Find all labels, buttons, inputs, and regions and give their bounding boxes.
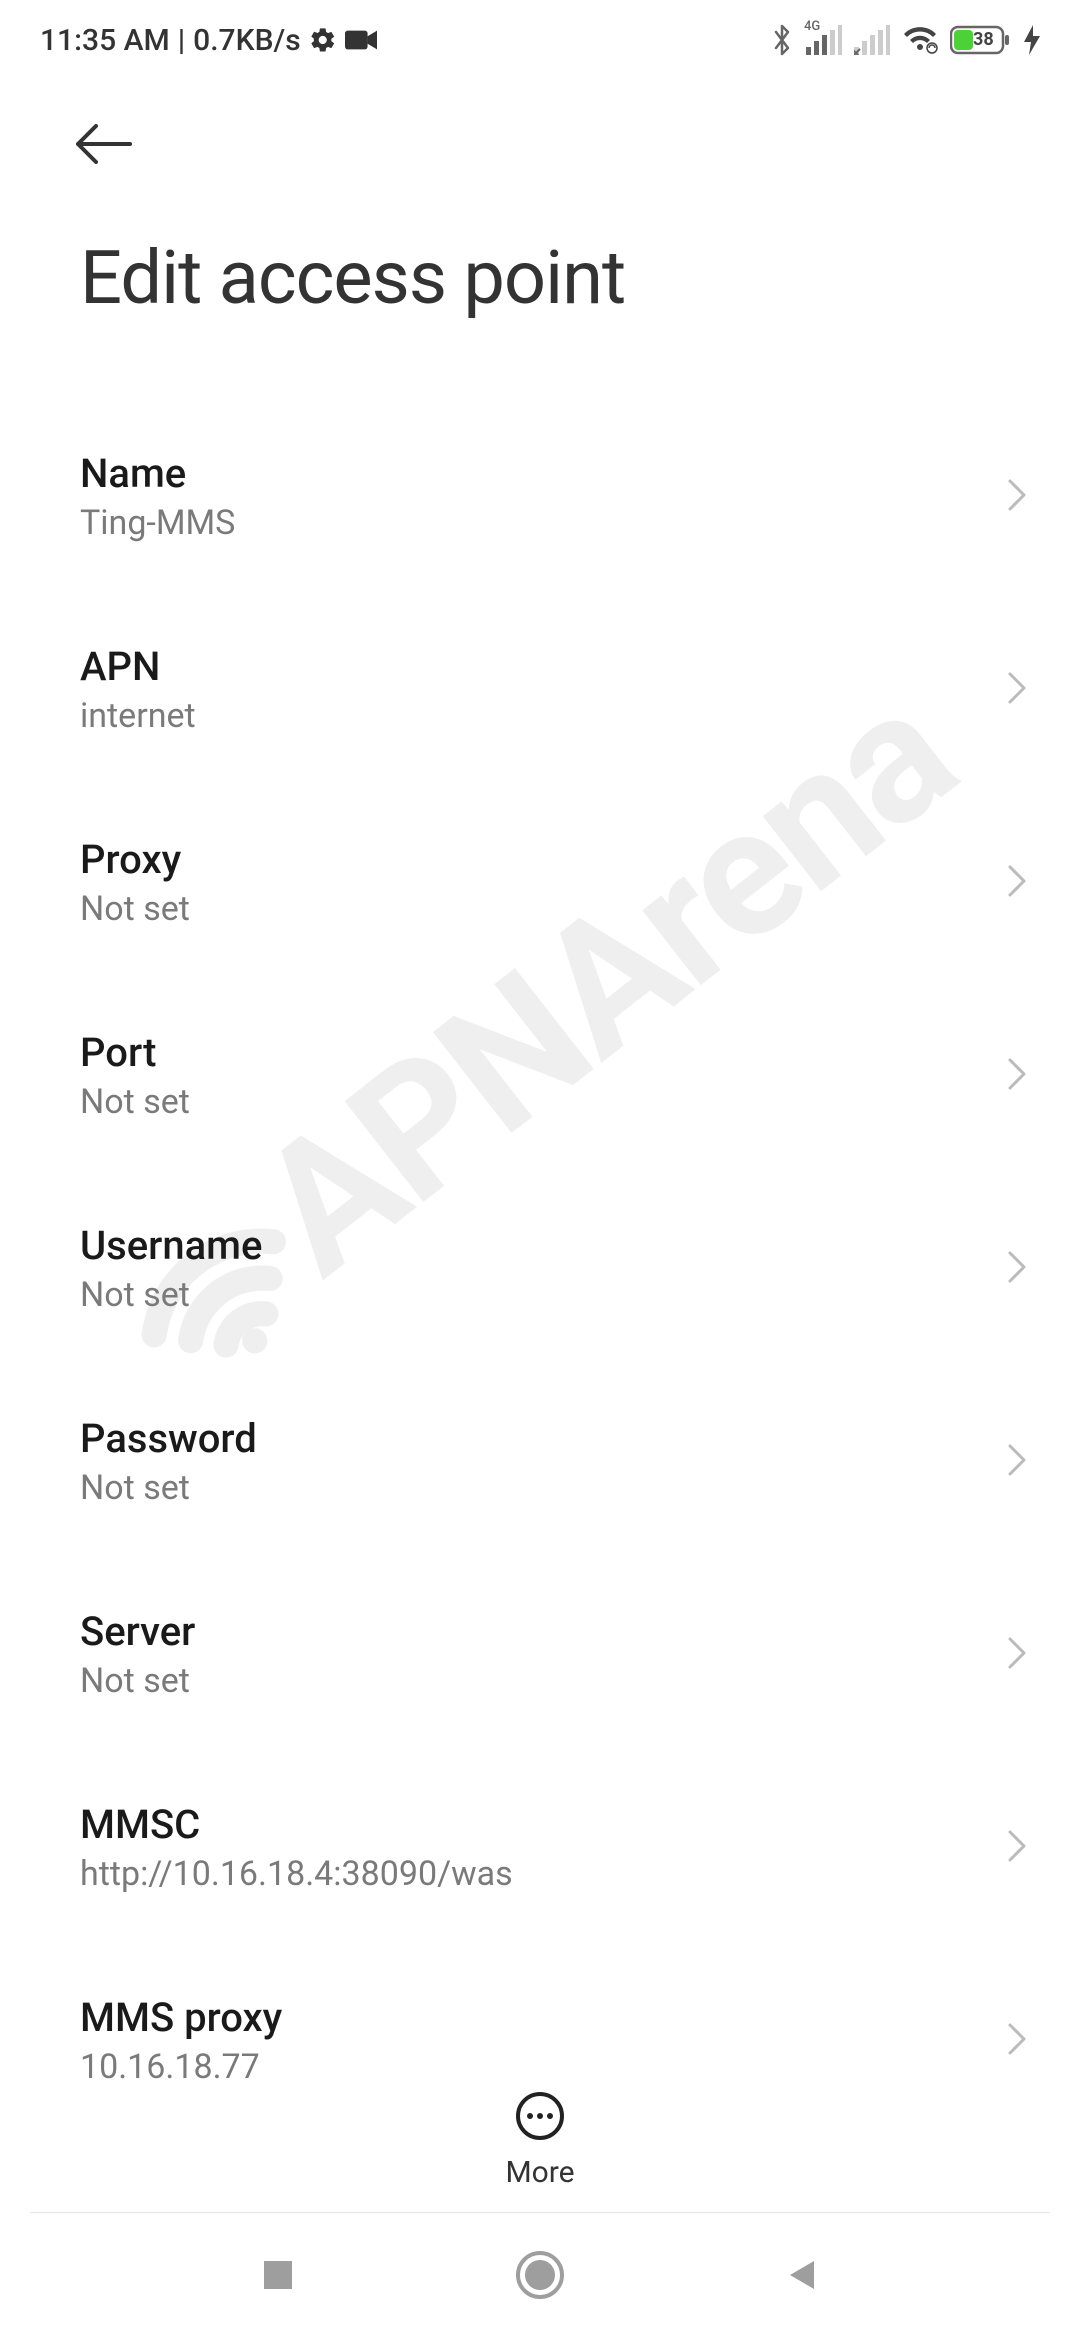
row-value: internet <box>80 696 980 736</box>
row-label: APN <box>80 643 980 690</box>
row-label: Name <box>80 450 980 497</box>
bluetooth-icon <box>770 22 794 58</box>
camera-icon <box>345 28 377 52</box>
row-port[interactable]: Port Not set <box>0 979 1080 1172</box>
row-label: Username <box>80 1222 980 1269</box>
more-label: More <box>505 2155 574 2190</box>
status-bar: 11:35 AM | 0.7KB/s 4G 38 <box>0 0 1080 80</box>
row-label: Server <box>80 1608 980 1655</box>
row-value: Not set <box>80 1275 980 1315</box>
chevron-right-icon <box>1004 1826 1030 1870</box>
arrow-left-icon <box>70 120 140 168</box>
nav-back-button[interactable] <box>782 2255 822 2299</box>
wifi-icon <box>902 26 938 54</box>
row-username[interactable]: Username Not set <box>0 1172 1080 1365</box>
cell-signal-nosim-icon <box>854 25 890 55</box>
row-password[interactable]: Password Not set <box>0 1365 1080 1558</box>
status-time: 11:35 AM <box>40 23 170 58</box>
back-button[interactable] <box>70 120 140 172</box>
row-server[interactable]: Server Not set <box>0 1558 1080 1751</box>
cell-signal-4g-icon: 4G <box>806 25 842 55</box>
navigation-bar <box>0 2213 1080 2340</box>
chevron-right-icon <box>1004 1247 1030 1291</box>
chevron-right-icon <box>1004 1440 1030 1484</box>
charging-icon <box>1024 25 1040 55</box>
settings-gear-icon <box>309 26 337 54</box>
row-value: 10.16.18.77 <box>80 2047 980 2087</box>
page-title: Edit access point <box>80 235 625 322</box>
row-mms-proxy[interactable]: MMS proxy 10.16.18.77 <box>0 1944 1080 2090</box>
battery-icon: 38 <box>950 25 1012 55</box>
row-value: http://10.16.18.4:38090/was <box>80 1854 980 1894</box>
settings-list: Name Ting-MMS APN internet Proxy Not set… <box>0 400 1080 2090</box>
row-label: Proxy <box>80 836 980 883</box>
row-value: Not set <box>80 1468 980 1508</box>
status-netspeed: 0.7KB/s <box>193 23 300 58</box>
row-label: MMS proxy <box>80 1994 980 2041</box>
row-value: Not set <box>80 1661 980 1701</box>
chevron-right-icon <box>1004 861 1030 905</box>
chevron-right-icon <box>1004 1633 1030 1677</box>
nav-home-button[interactable] <box>514 2249 566 2305</box>
chevron-right-icon <box>1004 668 1030 712</box>
nav-recent-button[interactable] <box>258 2255 298 2299</box>
more-button[interactable]: More <box>0 2091 1080 2190</box>
row-mmsc[interactable]: MMSC http://10.16.18.4:38090/was <box>0 1751 1080 1944</box>
row-proxy[interactable]: Proxy Not set <box>0 786 1080 979</box>
row-value: Not set <box>80 889 980 929</box>
row-label: MMSC <box>80 1801 980 1848</box>
row-apn[interactable]: APN internet <box>0 593 1080 786</box>
row-name[interactable]: Name Ting-MMS <box>0 400 1080 593</box>
row-value: Ting-MMS <box>80 503 980 543</box>
chevron-right-icon <box>1004 1054 1030 1098</box>
row-label: Password <box>80 1415 980 1462</box>
chevron-right-icon <box>1004 475 1030 519</box>
more-icon <box>515 2091 565 2145</box>
row-label: Port <box>80 1029 980 1076</box>
chevron-right-icon <box>1004 2019 1030 2063</box>
row-value: Not set <box>80 1082 980 1122</box>
